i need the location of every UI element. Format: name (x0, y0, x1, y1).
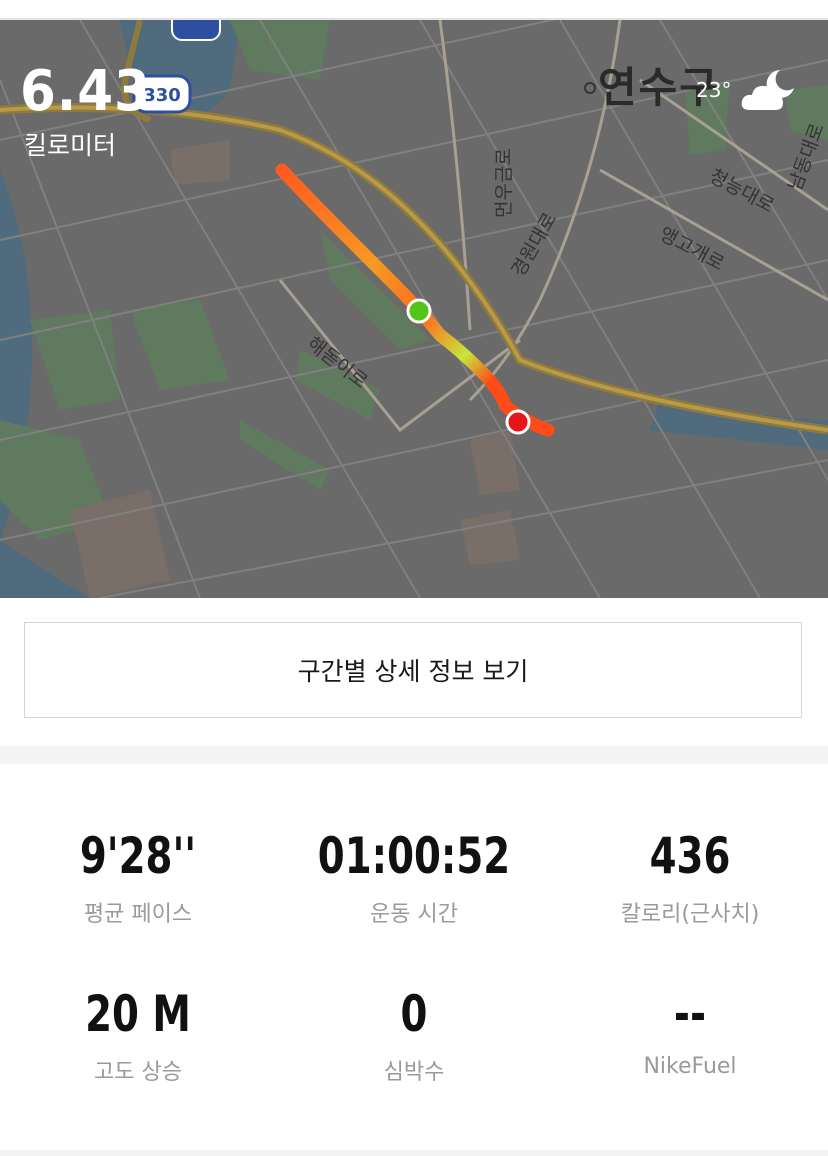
stat-value: -- (673, 985, 707, 1043)
stat-label: 운동 시간 (370, 902, 458, 927)
stat-calories: 436 칼로리(근사치) (552, 826, 828, 928)
street-label: 앵고개로 (656, 223, 728, 275)
water-area (0, 540, 90, 598)
bottom-divider (0, 1150, 828, 1156)
end-marker (505, 409, 531, 435)
stat-label: 칼로리(근사치) (620, 902, 760, 927)
stat-value: 9'28'' (79, 827, 197, 885)
stat-value: 0 (400, 985, 428, 1043)
distance-value: 6.43 (20, 59, 151, 124)
building-block (460, 510, 520, 565)
park-area (130, 300, 230, 390)
segment-details-button[interactable]: 구간별 상세 정보 보기 (24, 622, 802, 718)
section-divider (0, 746, 828, 764)
building-block (470, 430, 520, 495)
stat-label: 평균 페이스 (83, 902, 193, 927)
distance-unit: 킬로미터 (24, 131, 117, 160)
stat-average-pace: 9'28'' 평균 페이스 (0, 826, 276, 928)
park-area (320, 230, 430, 350)
stat-label: NikeFuel (643, 1054, 737, 1079)
street-label: 먼우금로 (493, 148, 515, 218)
stat-nikefuel: -- NikeFuel (552, 984, 828, 1079)
stat-label: 심박수 (383, 1060, 445, 1085)
stat-workout-time: 01:00:52 운동 시간 (276, 826, 552, 928)
street-label: 남동대로 (784, 120, 828, 193)
expressway-shield-icon (171, 20, 221, 41)
stat-value: 20 M (85, 985, 191, 1043)
start-marker (406, 298, 432, 324)
temperature: 23° (696, 78, 732, 102)
top-strip (0, 0, 828, 20)
stat-value: 436 (649, 827, 731, 885)
poi-marker-icon (584, 82, 596, 94)
park-area (30, 310, 120, 410)
route-map[interactable]: 330 청능대로 앵고개로 경원대로 먼우금로 해돋이로 남동대로 6.43 킬… (0, 20, 828, 598)
stat-heart-rate: 0 심박수 (276, 984, 552, 1086)
stat-elevation-gain: 20 M 고도 상승 (0, 984, 276, 1086)
stat-value: 01:00:52 (317, 827, 511, 885)
building-block (170, 140, 230, 185)
stat-label: 고도 상승 (94, 1060, 182, 1085)
partly-cloudy-night-icon (741, 70, 794, 110)
park-area (240, 420, 330, 490)
